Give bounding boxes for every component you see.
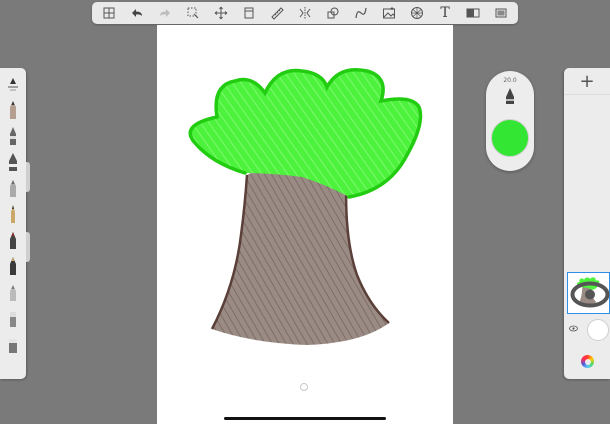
selection-button[interactable] bbox=[182, 4, 204, 22]
gallery-button[interactable] bbox=[98, 4, 120, 22]
brush-eraser[interactable] bbox=[5, 306, 21, 328]
crop-button[interactable] bbox=[238, 4, 260, 22]
brush-palette-tab-upper[interactable] bbox=[26, 162, 30, 192]
brush-pen[interactable] bbox=[5, 254, 21, 276]
transform-button[interactable] bbox=[210, 4, 232, 22]
brush-palette-tab-lower[interactable] bbox=[26, 232, 30, 262]
brush-settings-icon bbox=[8, 78, 18, 91]
pencil-icon bbox=[10, 101, 16, 119]
paintbrush-icon bbox=[11, 205, 15, 223]
layers-panel: + bbox=[564, 68, 610, 379]
ink-brush-icon bbox=[10, 232, 16, 249]
fullscreen-icon bbox=[495, 8, 507, 18]
layer-visibility-icon[interactable] bbox=[570, 275, 610, 314]
brush-airbrush[interactable] bbox=[5, 176, 21, 198]
image-button[interactable] bbox=[378, 4, 400, 22]
undo-button[interactable] bbox=[126, 4, 148, 22]
symmetry-button[interactable] bbox=[294, 4, 316, 22]
symmetry-icon bbox=[299, 7, 311, 19]
brush-settings-button[interactable] bbox=[5, 72, 21, 94]
transform-icon bbox=[214, 6, 228, 20]
top-toolbar: T bbox=[92, 2, 518, 24]
shapes-button[interactable] bbox=[322, 4, 344, 22]
technical-pen-icon bbox=[10, 127, 16, 145]
tree-drawing bbox=[188, 68, 423, 345]
shapes-icon bbox=[327, 7, 339, 19]
crop-icon bbox=[244, 7, 254, 19]
ruler-icon bbox=[271, 7, 284, 20]
brush-smudge[interactable] bbox=[5, 332, 21, 354]
current-color-swatch[interactable] bbox=[491, 119, 529, 157]
ruler-button[interactable] bbox=[266, 4, 288, 22]
background-color-swatch[interactable] bbox=[587, 319, 609, 341]
brush-technical-pen[interactable] bbox=[5, 124, 21, 146]
add-layer-button[interactable]: + bbox=[564, 68, 610, 95]
home-indicator bbox=[224, 417, 386, 420]
redo-button[interactable] bbox=[154, 4, 176, 22]
perspective-button[interactable] bbox=[406, 4, 428, 22]
brush-soft[interactable] bbox=[5, 280, 21, 302]
layer-toggle-button[interactable] bbox=[462, 4, 484, 22]
layer-thumbnail[interactable] bbox=[567, 272, 610, 314]
drawing-canvas[interactable] bbox=[157, 25, 453, 424]
airbrush-icon bbox=[10, 180, 16, 197]
brush-ink[interactable] bbox=[5, 228, 21, 250]
background-visibility-icon[interactable] bbox=[569, 325, 578, 332]
selection-icon bbox=[187, 7, 199, 19]
redo-icon bbox=[160, 9, 170, 17]
perspective-icon bbox=[411, 7, 423, 19]
image-icon bbox=[383, 7, 395, 19]
layer-toggle-icon bbox=[466, 8, 480, 18]
brush-marker[interactable] bbox=[5, 150, 21, 172]
brush-puck[interactable]: 20.0 bbox=[486, 71, 534, 171]
gallery-icon bbox=[103, 7, 115, 19]
fullscreen-button[interactable] bbox=[490, 4, 512, 22]
smudge-icon bbox=[9, 339, 17, 353]
page-indicator bbox=[300, 383, 308, 391]
eraser-icon bbox=[10, 312, 16, 327]
brush-paintbrush[interactable] bbox=[5, 202, 21, 224]
current-brush-icon bbox=[506, 88, 514, 104]
pen-icon bbox=[10, 257, 16, 275]
brush-palette bbox=[0, 68, 26, 379]
brush-size-readout: 20.0 bbox=[503, 77, 517, 84]
color-wheel-icon[interactable] bbox=[581, 355, 594, 368]
tree-canopy bbox=[190, 69, 421, 197]
curve-icon bbox=[355, 7, 367, 19]
brush-pencil[interactable] bbox=[5, 98, 21, 120]
text-icon: T bbox=[440, 5, 450, 21]
curve-button[interactable] bbox=[350, 4, 372, 22]
text-button[interactable]: T bbox=[434, 4, 456, 22]
background-layer[interactable] bbox=[567, 318, 610, 342]
soft-brush-icon bbox=[10, 285, 16, 301]
marker-icon bbox=[9, 153, 17, 171]
undo-icon bbox=[132, 9, 142, 17]
